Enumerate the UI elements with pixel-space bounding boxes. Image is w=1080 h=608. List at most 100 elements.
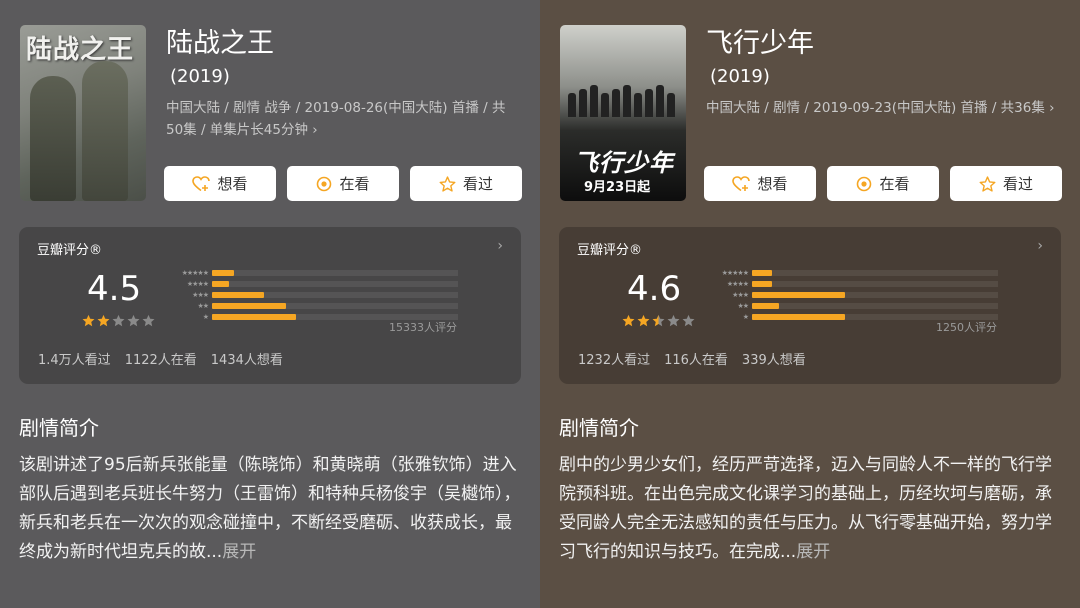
rating-distribution: ★★★★★ ★★★★ ★★★ ★★ ★ <box>700 268 998 323</box>
expand-link[interactable]: 展开 <box>796 542 830 562</box>
watch-stats: 1232人看过 116人在看 339人想看 <box>578 349 806 368</box>
distribution-star-label: ★ <box>202 313 209 321</box>
stat-watched: 1232人看过 <box>578 353 651 368</box>
poster-image[interactable]: 陆战之王 <box>20 25 146 201</box>
watching-button[interactable]: 在看 <box>827 166 939 201</box>
rating-star-icon <box>97 314 110 327</box>
want-button[interactable]: 想看 <box>164 166 276 201</box>
poster-title: 飞行少年 <box>574 149 674 177</box>
plot-summary: 剧中的少男少女们，经历严苛选择，迈入与同龄人不一样的飞行学院预科班。在出色完成文… <box>559 451 1064 567</box>
rating-star-icon <box>667 314 680 327</box>
rating-count: 1250人评分 <box>936 321 997 334</box>
distribution-row: ★★ <box>160 301 458 311</box>
soldier-figure <box>82 61 128 201</box>
watched-label: 看过 <box>1002 175 1033 193</box>
distribution-bar-fill <box>752 270 772 276</box>
distribution-row: ★★★★ <box>160 279 458 289</box>
show-panel-left: 陆战之王 陆战之王 (2019) 中国大陆 / 剧情 战争 / 2019-08-… <box>0 0 540 608</box>
distribution-star-label: ★★★★★ <box>181 269 209 277</box>
rating-stars <box>82 314 155 327</box>
distribution-row: ★★★★★ <box>160 268 458 278</box>
star-icon <box>439 175 456 192</box>
chevron-right-icon: › <box>1049 100 1055 116</box>
watched-button[interactable]: 看过 <box>410 166 522 201</box>
stat-watching: 1122人在看 <box>124 353 197 368</box>
distribution-bar <box>212 281 458 287</box>
soldier-figure <box>30 76 76 201</box>
chevron-right-icon: › <box>1037 238 1043 254</box>
stat-want: 339人想看 <box>741 353 806 368</box>
distribution-star-label: ★★★★ <box>186 280 209 288</box>
stat-watching: 116人在看 <box>664 353 728 368</box>
distribution-bar-fill <box>752 292 846 298</box>
app-root: 陆战之王 陆战之王 (2019) 中国大陆 / 剧情 战争 / 2019-08-… <box>0 0 1080 608</box>
distribution-row: ★★★★★ <box>700 268 998 278</box>
rating-distribution: ★★★★★ ★★★★ ★★★ ★★ ★ <box>160 268 458 323</box>
rating-label: 豆瓣评分® <box>577 243 643 258</box>
distribution-star-label: ★★ <box>197 302 209 310</box>
show-title: 陆战之王 <box>166 28 274 59</box>
watching-label: 在看 <box>879 175 910 193</box>
heart-add-icon <box>732 175 751 191</box>
distribution-bar-fill <box>752 303 780 309</box>
show-year: (2019) <box>170 66 230 87</box>
distribution-bar <box>212 303 458 309</box>
poster-date: 9月23日起 <box>584 180 651 195</box>
rating-card[interactable]: 豆瓣评分® › 4.6 ★★★★★ ★★★★ ★★★ ★★ ★ 1250人评分 1232… <box>559 227 1061 384</box>
watched-button[interactable]: 看过 <box>950 166 1062 201</box>
rating-card[interactable]: 豆瓣评分® › 4.5 ★★★★★ ★★★★ ★★★ ★★ ★ 15333人评分 1.4… <box>19 227 521 384</box>
star-icon <box>979 175 996 192</box>
action-buttons: 想看 在看 看过 <box>164 166 522 201</box>
distribution-row: ★★★ <box>160 290 458 300</box>
distribution-star-label: ★★★★ <box>726 280 749 288</box>
distribution-bar <box>752 281 998 287</box>
rating-score: 4.6 <box>627 269 682 309</box>
stat-want: 1434人想看 <box>210 353 283 368</box>
watching-button[interactable]: 在看 <box>287 166 399 201</box>
show-meta[interactable]: 中国大陆 / 剧情 战争 / 2019-08-26(中国大陆) 首播 / 共50… <box>166 97 521 141</box>
poster-title: 陆战之王 <box>26 35 135 65</box>
meta-text: 中国大陆 / 剧情 / 2019-09-23(中国大陆) 首播 / 共36集 <box>706 100 1045 116</box>
plot-summary: 该剧讲述了95后新兵张能量（陈晓饰）和黄晓萌（张雅钦饰）进入部队后遇到老兵班长牛… <box>19 451 524 567</box>
show-title: 飞行少年 <box>706 28 814 59</box>
rating-star-icon <box>112 314 125 327</box>
distribution-bar-fill <box>212 270 235 276</box>
show-year: (2019) <box>710 66 770 87</box>
distribution-row: ★★ <box>700 301 998 311</box>
distribution-star-label: ★★★ <box>192 291 209 299</box>
rating-label: 豆瓣评分® <box>37 243 103 258</box>
rating-star-icon <box>652 314 665 327</box>
plot-heading: 剧情简介 <box>19 416 99 440</box>
stat-watched: 1.4万人看过 <box>38 353 111 368</box>
heart-add-icon <box>192 175 211 191</box>
rating-star-icon <box>637 314 650 327</box>
want-button[interactable]: 想看 <box>704 166 816 201</box>
chevron-right-icon: › <box>497 238 503 254</box>
rating-star-icon <box>127 314 140 327</box>
distribution-bar <box>752 292 998 298</box>
watching-icon <box>317 176 332 191</box>
want-label: 想看 <box>217 175 248 193</box>
watched-label: 看过 <box>462 175 493 193</box>
show-panel-right: 飞行少年 9月23日起 飞行少年 (2019) 中国大陆 / 剧情 / 2019-… <box>540 0 1080 608</box>
distribution-star-label: ★ <box>742 313 749 321</box>
distribution-bar <box>752 270 998 276</box>
poster-image[interactable]: 飞行少年 9月23日起 <box>560 25 686 201</box>
distribution-bar-fill <box>212 292 264 298</box>
distribution-star-label: ★★ <box>737 302 749 310</box>
show-meta[interactable]: 中国大陆 / 剧情 / 2019-09-23(中国大陆) 首播 / 共36集 › <box>706 97 1061 119</box>
distribution-row: ★★★ <box>700 290 998 300</box>
want-label: 想看 <box>757 175 788 193</box>
distribution-bar-fill <box>212 314 296 320</box>
distribution-bar <box>212 270 458 276</box>
distribution-star-label: ★★★★★ <box>721 269 749 277</box>
rating-star-icon <box>82 314 95 327</box>
distribution-bar-fill <box>212 303 286 309</box>
plot-heading: 剧情简介 <box>559 416 639 440</box>
distribution-bar-fill <box>212 281 230 287</box>
rating-stars <box>622 314 695 327</box>
watching-label: 在看 <box>339 175 370 193</box>
expand-link[interactable]: 展开 <box>222 542 256 562</box>
watch-stats: 1.4万人看过 1122人在看 1434人想看 <box>38 349 283 368</box>
rating-count: 15333人评分 <box>389 321 457 334</box>
